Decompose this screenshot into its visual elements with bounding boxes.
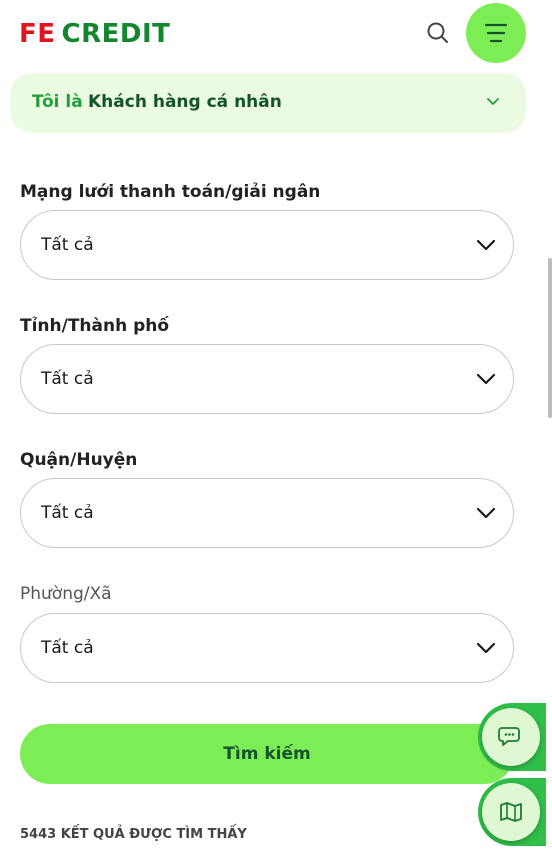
chat-button[interactable]	[482, 708, 540, 766]
chevron-down-icon	[476, 642, 496, 654]
ward-label: Phường/Xã	[20, 584, 112, 604]
chevron-down-icon	[487, 98, 499, 105]
search-button[interactable]: Tìm kiếm	[20, 724, 514, 784]
logo-credit: CREDIT	[61, 19, 171, 49]
payment-network-label: Mạng lưới thanh toán/giải ngân	[20, 182, 321, 202]
chevron-down-icon	[476, 239, 496, 251]
menu-button[interactable]	[466, 3, 526, 63]
customer-type-label: Tôi là	[32, 92, 83, 112]
payment-network-select[interactable]: Tất cả	[20, 210, 514, 280]
menu-icon	[484, 23, 508, 43]
district-select[interactable]: Tất cả	[20, 478, 514, 548]
customer-type-selector[interactable]: Tôi là Khách hàng cá nhân	[10, 73, 526, 133]
map-icon	[500, 802, 522, 822]
result-count: 5443 KẾT QUẢ ĐƯỢC TÌM THẤY	[20, 827, 247, 842]
customer-type-value: Khách hàng cá nhân	[88, 92, 282, 112]
header: FE CREDIT	[0, 0, 552, 66]
scrollbar[interactable]	[548, 258, 552, 418]
province-select[interactable]: Tất cả	[20, 344, 514, 414]
payment-network-value: Tất cả	[41, 235, 94, 255]
province-value: Tất cả	[41, 369, 94, 389]
ward-select[interactable]: Tất cả	[20, 613, 514, 683]
district-label: Quận/Huyện	[20, 450, 138, 470]
map-button[interactable]	[482, 783, 540, 841]
chat-icon	[498, 727, 520, 746]
logo-fe: FE	[19, 19, 56, 49]
ward-value: Tất cả	[41, 638, 94, 658]
fe-credit-logo[interactable]: FE CREDIT	[19, 19, 170, 49]
chevron-down-icon	[476, 507, 496, 519]
province-label: Tỉnh/Thành phố	[20, 316, 170, 336]
chevron-down-icon	[476, 373, 496, 385]
search-icon[interactable]	[425, 20, 451, 46]
district-value: Tất cả	[41, 503, 94, 523]
